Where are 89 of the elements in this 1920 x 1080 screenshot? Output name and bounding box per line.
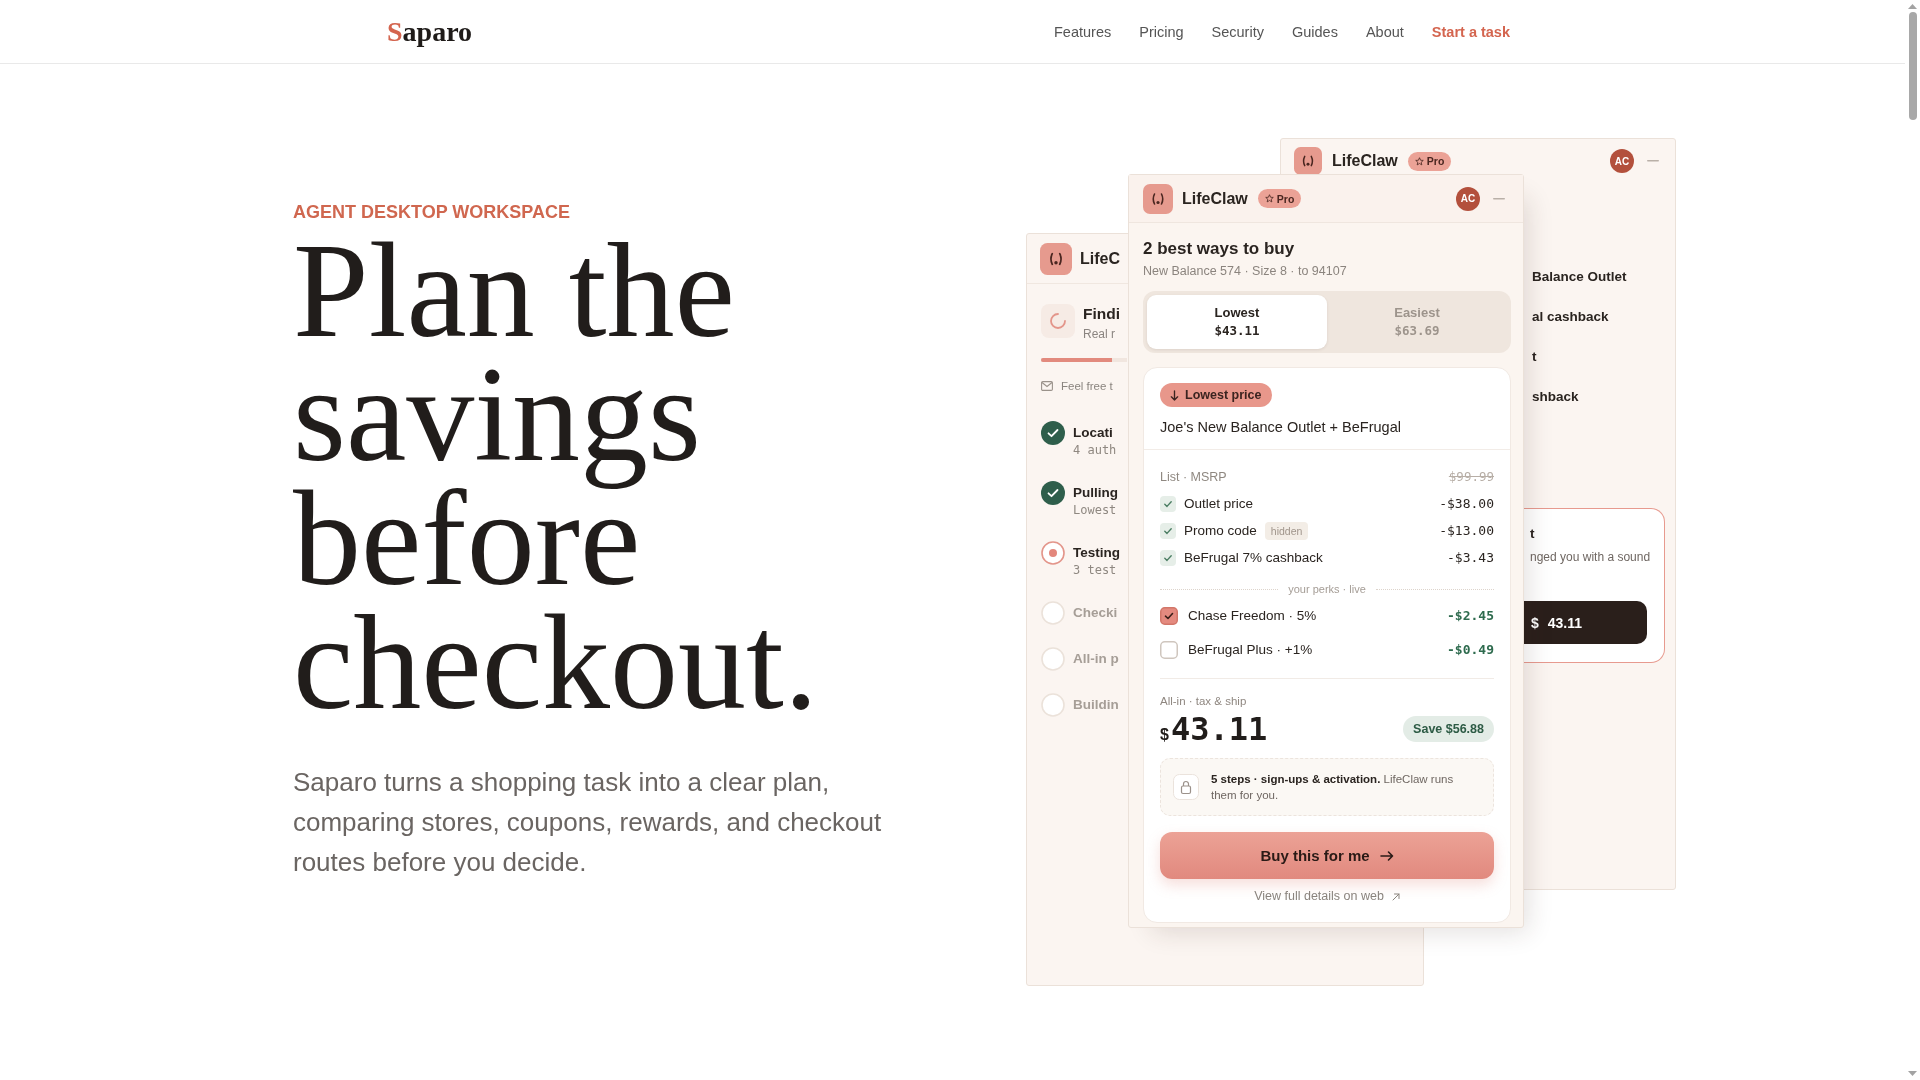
checkbox[interactable]: [1160, 607, 1178, 625]
minimize-icon[interactable]: [1493, 197, 1505, 200]
panel-subheading: New Balance 574 · Size 8 · to 94107: [1143, 263, 1348, 280]
step-status-icon: [1041, 421, 1065, 445]
step-status-icon: [1041, 601, 1065, 625]
details-link[interactable]: View full details on web: [1254, 888, 1400, 905]
step-detail: Lowest: [1073, 502, 1118, 519]
step-title: Buildin: [1073, 696, 1119, 714]
discount-label: Outlet price: [1184, 494, 1254, 513]
spinner-icon: [1041, 304, 1075, 338]
avatar[interactable]: AC: [1610, 149, 1634, 173]
nav-link[interactable]: Security: [1211, 21, 1264, 42]
app-name: LifeClaw: [1182, 188, 1248, 209]
total-price: 43.11: [1170, 711, 1268, 747]
total-label: All-in · tax & ship: [1160, 694, 1248, 709]
discount-amount: -$38.00: [1439, 494, 1494, 513]
external-link-icon: [1391, 892, 1400, 901]
perk-amount: -$2.45: [1447, 607, 1494, 625]
pay-button[interactable]: $ 43.11: [1524, 601, 1647, 644]
step-status-icon: [1041, 481, 1065, 505]
check-icon: [1160, 495, 1176, 512]
app-logo-icon: [1040, 242, 1072, 275]
option-tab[interactable]: Lowest $43.11: [1147, 295, 1327, 349]
mail-icon: [1041, 381, 1053, 391]
task-status-subtitle: Real r: [1083, 326, 1116, 342]
tag-label: Lowest price: [1185, 387, 1262, 403]
nav-link[interactable]: Pricing: [1139, 21, 1184, 42]
step-status-icon: [1041, 541, 1065, 565]
star-icon: [1414, 156, 1424, 166]
discount-amount: -$3.43: [1447, 548, 1494, 567]
list-price-label: List · MSRP: [1160, 469, 1227, 486]
plan-step-text: shback: [1532, 388, 1580, 406]
discount-amount: -$13.00: [1439, 521, 1494, 540]
avatar[interactable]: AC: [1456, 186, 1480, 211]
app-name: LifeClaw: [1332, 151, 1398, 171]
lock-icon: [1173, 774, 1199, 800]
app-name: LifeC: [1080, 248, 1120, 269]
check-icon: [1160, 522, 1176, 539]
store-name: Joe's New Balance Outlet + BeFrugal: [1160, 418, 1402, 437]
eyebrow-label: AGENT DESKTOP WORKSPACE: [293, 201, 572, 223]
hint-text: Feel free t: [1061, 379, 1113, 394]
buy-button[interactable]: Buy this for me: [1160, 832, 1494, 879]
task-status-title: Findi: [1083, 304, 1121, 324]
down-arrow-icon: [1170, 389, 1179, 401]
hero-description: Saparo turns a shopping task into a clear plan, comparing stores, coupons, rewards, and checkout routes before you decide.: [293, 766, 883, 879]
nav-link[interactable]: About: [1365, 21, 1404, 42]
nav-link[interactable]: Guides: [1291, 21, 1338, 42]
plan-step-text: Balance Outlet: [1532, 268, 1628, 286]
step-title: Locati: [1073, 424, 1114, 442]
scrollbar-thumb[interactable]: [1908, 12, 1917, 120]
panel-heading: 2 best ways to buy: [1143, 238, 1296, 260]
app-logo-icon: [1294, 147, 1322, 175]
minimize-icon[interactable]: [1647, 160, 1659, 162]
arrow-right-icon: [1379, 849, 1394, 862]
plan-step-text: al cashback: [1532, 308, 1610, 326]
perk-label: BeFrugal Plus · +1%: [1188, 641, 1313, 659]
alert-message: nged you with a sound: [1530, 549, 1652, 566]
checkbox[interactable]: [1160, 641, 1178, 659]
logo[interactable]: Saparo: [387, 14, 473, 49]
alert-title: t: [1530, 525, 1536, 543]
info-text: 5 steps · sign-ups & activation. LifeClaw runs them for you.: [1211, 772, 1455, 803]
promo-status-tag: hidden: [1264, 521, 1309, 540]
discount-label: BeFrugal 7% cashback: [1184, 548, 1323, 567]
plan-label: Pro: [1426, 155, 1445, 167]
down-arrow-icon[interactable]: [1908, 1071, 1917, 1076]
up-arrow-icon[interactable]: [1908, 4, 1917, 9]
step-title: All-in p: [1073, 650, 1119, 668]
savings-tag: Save $56.88: [1403, 716, 1494, 742]
nav-link[interactable]: Features: [1054, 21, 1112, 42]
step-title: Checki: [1073, 604, 1118, 622]
step-detail: 3 test: [1073, 562, 1118, 579]
perk-amount: -$0.49: [1447, 641, 1494, 659]
app-logo-icon: [1143, 183, 1173, 214]
currency-symbol: $: [1160, 725, 1169, 745]
perk-label: Chase Freedom · 5%: [1188, 607, 1317, 625]
step-detail: 4 auth: [1073, 442, 1117, 459]
step-status-icon: [1041, 693, 1065, 717]
discount-label: Promo code: [1184, 521, 1257, 540]
cta-link[interactable]: Start a task: [1431, 21, 1510, 42]
section-label: your perks · live: [1288, 582, 1366, 596]
check-icon: [1160, 549, 1176, 566]
plan-step-text: t: [1532, 348, 1538, 366]
step-title: Pulling: [1073, 484, 1118, 502]
plan-label: Pro: [1276, 192, 1295, 205]
headline: Plan the savings before checkout.: [293, 228, 819, 724]
star-icon: [1264, 194, 1274, 203]
list-price: $99.99: [1448, 468, 1494, 486]
step-status-icon: [1041, 647, 1065, 671]
step-title: Testing: [1073, 544, 1120, 562]
